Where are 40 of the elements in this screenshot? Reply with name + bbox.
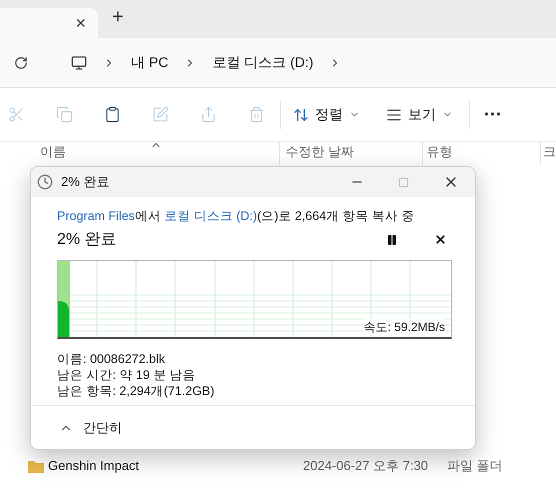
column-header[interactable]: 수정한 날짜 <box>280 142 423 165</box>
view-button[interactable]: 보기 <box>386 104 453 125</box>
file-name: Genshin Impact <box>48 457 140 476</box>
copy-status-text: Program Files에서 로컬 디스크 (D:)(으)로 2,664개 항목 복사 중 <box>57 208 416 225</box>
breadcrumb-item[interactable]: 내 PC <box>131 52 168 73</box>
column-header[interactable]: 이름 <box>0 142 280 165</box>
close-tab-button[interactable]: × <box>75 10 86 36</box>
refresh-icon[interactable] <box>14 56 28 70</box>
pencil-icon <box>152 106 168 123</box>
column-header[interactable]: 크 <box>541 142 556 165</box>
file-type: 파일 폴더 <box>447 457 503 476</box>
collapse-button[interactable]: 간단히 <box>59 418 122 438</box>
column-header[interactable]: 유형 <box>422 142 541 165</box>
detail-text: 남은 시간: 약 19 분 남음 <box>57 366 197 383</box>
sort-button[interactable]: 정렬 <box>293 104 360 125</box>
progress-heading: 2% 완료 <box>57 230 117 250</box>
detail-text: 남은 항목: 2,294개(71.2GB) <box>57 382 216 399</box>
sort-arrows-icon <box>293 106 309 122</box>
cancel-button[interactable] <box>434 233 447 246</box>
clock-icon <box>37 174 53 190</box>
location-link[interactable]: 로컬 디스크 (D:) <box>164 209 258 223</box>
trash-icon <box>248 106 264 123</box>
pause-button[interactable] <box>386 234 398 246</box>
file-row[interactable]: Genshin Impact 2024-06-27 오후 7:30 파일 폴더 <box>0 454 556 478</box>
window-title: 2% 완료 <box>61 173 110 192</box>
lines-icon <box>386 106 402 122</box>
share-icon <box>200 106 216 123</box>
modified-date: 2024-06-27 오후 7:30 <box>303 457 430 476</box>
detail-text: 이름: 00086272.blk <box>57 350 166 367</box>
new-tab-button[interactable]: + <box>112 2 124 32</box>
location-link[interactable]: Program Files <box>57 209 135 223</box>
browser-tab[interactable]: × <box>0 8 98 38</box>
speed-label: 속도: 59.2MB/s <box>364 318 445 336</box>
folder-icon <box>28 460 44 472</box>
breadcrumb-item[interactable]: 로컬 디스크 (D:) <box>212 52 314 73</box>
scissors-icon <box>8 106 24 123</box>
more-button[interactable]: ··· <box>484 101 502 128</box>
copy-icon <box>56 106 72 123</box>
clipboard-icon <box>104 106 120 123</box>
computer-icon[interactable] <box>71 54 87 70</box>
